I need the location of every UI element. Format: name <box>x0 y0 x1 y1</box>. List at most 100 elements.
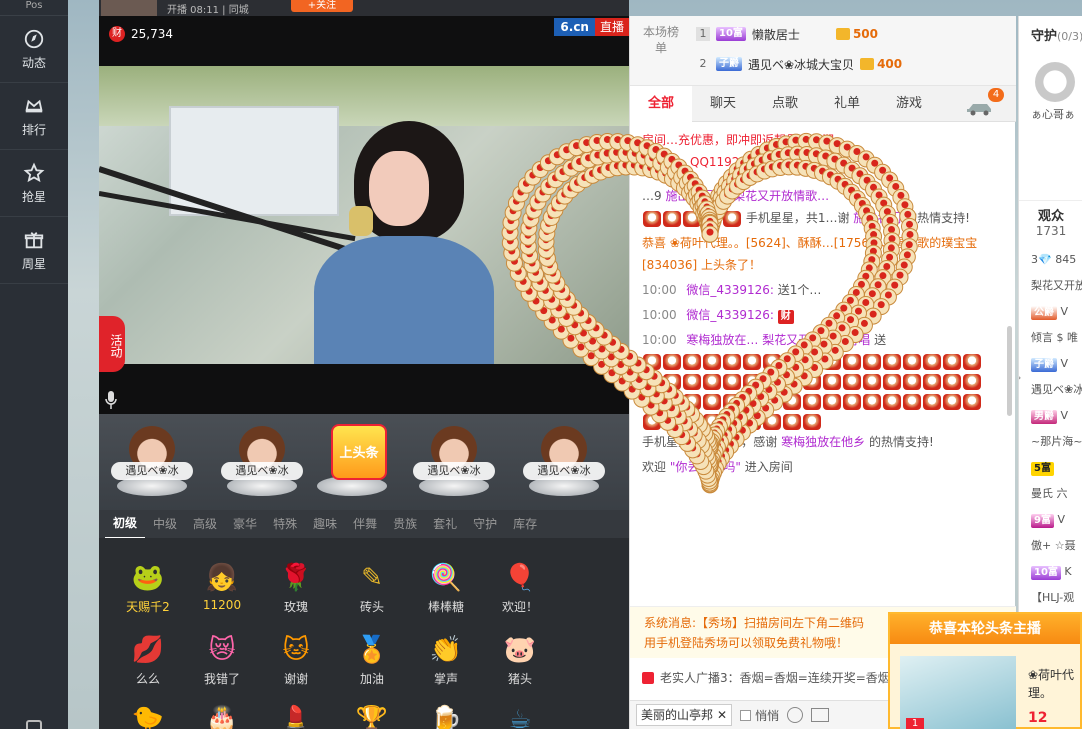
chat-user-link[interactable]: 微信_4339126: <box>686 308 774 322</box>
audience-entry[interactable]: 曼氏 六 <box>1031 486 1068 502</box>
gift-tab[interactable]: 特殊 <box>265 510 305 538</box>
chevron-right-icon[interactable]: › <box>1019 371 1029 387</box>
audience-entry[interactable]: 【HLJ-观 <box>1031 590 1074 606</box>
ranking-row[interactable]: 2 子爵 遇见ベ❀冰城大宝贝 400 <box>696 53 902 75</box>
chat-user-link[interactable]: 微信_4339126: <box>686 283 774 297</box>
star-slot[interactable]: 遇见ベ❀冰 <box>519 424 609 504</box>
audience-entry[interactable]: 公爵 V <box>1031 304 1068 320</box>
tab-gifts[interactable]: 礼单 <box>816 86 878 122</box>
chat-user-link[interactable]: 施出名门 <box>853 211 901 225</box>
chat-user-link[interactable]: 梨花又开放情歌… <box>733 189 829 203</box>
star-slot[interactable]: 遇见ベ❀冰 <box>217 424 307 504</box>
live-video[interactable] <box>99 66 629 364</box>
gift-item[interactable]: 😿 我错了 <box>185 620 259 686</box>
checkbox-box[interactable] <box>740 709 752 721</box>
close-icon[interactable]: ✕ <box>717 705 727 725</box>
headline-button[interactable]: 上头条 <box>331 424 387 480</box>
gift-tab[interactable]: 中级 <box>145 510 185 538</box>
headline-slot[interactable]: 上头条 <box>307 424 397 504</box>
gift-item[interactable]: 🐤 <box>111 692 185 729</box>
anchor-thumbnail[interactable] <box>101 0 157 16</box>
emoji-icon[interactable] <box>787 707 804 723</box>
thanks-cat-icon: 🐱 <box>282 635 310 665</box>
gift-item[interactable]: 👧 11200 <box>185 548 259 614</box>
chat-user-link[interactable]: "你丢失了吗" <box>670 460 741 474</box>
level-badge: 5富 <box>1031 462 1054 476</box>
avatar[interactable] <box>1035 62 1075 102</box>
audience-entry[interactable]: 男爵 V <box>1031 408 1068 424</box>
gift-tab[interactable]: 趣味 <box>305 510 345 538</box>
gift-item[interactable]: 🎈 欢迎！ <box>483 548 557 614</box>
audience-entry[interactable]: 梨花又开放 <box>1031 278 1082 294</box>
chat-text: 的热情支持! <box>868 435 934 449</box>
beer-icon: 🍺 <box>429 705 463 729</box>
mobile-star-gift-icon <box>943 373 961 390</box>
gift-item[interactable]: ☕ <box>483 692 557 729</box>
car-icon[interactable] <box>964 100 994 116</box>
gift-tab[interactable]: 伴舞 <box>345 510 385 538</box>
nav-item-label: 排行 <box>21 122 46 137</box>
gift-item[interactable]: 🏆 <box>335 692 409 729</box>
audience-entry[interactable]: 5富 <box>1031 460 1054 476</box>
headline-notice[interactable]: 恭喜本轮头条主播 1 ❀荷叶代理。 12 <box>888 612 1082 729</box>
gift-item[interactable]: 👏 掌声 <box>409 620 483 686</box>
follow-button[interactable]: +关注 <box>291 0 353 12</box>
screen-icon[interactable] <box>26 720 42 729</box>
gift-item[interactable]: 🎂 <box>185 692 259 729</box>
gift-tab[interactable]: 豪华 <box>225 510 265 538</box>
audience-entry[interactable]: 10富 K <box>1031 564 1072 580</box>
tab-all[interactable]: 全部 <box>630 85 692 122</box>
nav-item-label: 抢星 <box>21 189 46 204</box>
balloon-icon: 🎈 <box>503 563 537 593</box>
chat-user-link[interactable]: 寒梅独放在… <box>686 333 758 347</box>
coin-icon <box>835 28 850 40</box>
gift-icons-row <box>642 351 998 431</box>
audience-entry[interactable]: 9富 V <box>1031 512 1065 528</box>
chat-time: 10:00 <box>642 333 677 347</box>
chat-scrollbar[interactable] <box>1007 326 1012 416</box>
mic-icon[interactable] <box>104 390 118 410</box>
gift-tab[interactable]: 高级 <box>185 510 225 538</box>
gift-tab[interactable]: 库存 <box>505 510 545 538</box>
chat-target-select[interactable]: 美丽的山亭邦 ✕ <box>636 704 733 726</box>
ranking-row[interactable]: 1 10富 懒散居士 500 <box>696 23 878 45</box>
tab-songs[interactable]: 点歌 <box>754 86 816 122</box>
gift-item[interactable]: 🍭 棒棒糖 <box>409 548 483 614</box>
gift-item[interactable]: 🌹 玫瑰 <box>259 548 333 614</box>
chat-user-link[interactable]: 施出名门 <box>665 189 713 203</box>
wealth-icon: 财 <box>109 26 125 42</box>
star-slot[interactable]: 遇见ベ❀冰 <box>409 424 499 504</box>
audience-text: V <box>1060 305 1069 318</box>
gift-item[interactable]: 🐱 谢谢 <box>259 620 333 686</box>
gift-item[interactable]: 💋 么么 <box>111 620 185 686</box>
gift-tab[interactable]: 初级 <box>105 509 146 539</box>
star-slot[interactable]: 遇见ベ❀冰 <box>107 424 197 504</box>
audience-entry[interactable]: 倾言 $ 唯 <box>1031 330 1078 346</box>
gift-item[interactable]: 🐸 天赐千2 <box>111 548 185 614</box>
nav-item-rank[interactable]: 排行 <box>0 83 68 150</box>
gift-item[interactable]: 💄 <box>259 692 333 729</box>
gift-item[interactable]: ✎ 砖头 <box>335 548 409 614</box>
level-badge: 公爵 <box>1031 306 1057 320</box>
audience-entry[interactable]: 傲+ ☆聂 <box>1031 538 1076 554</box>
tab-games[interactable]: 游戏 <box>878 86 940 122</box>
tab-chat[interactable]: 聊天 <box>692 86 754 122</box>
gift-item[interactable]: 🐷 猪头 <box>483 620 557 686</box>
activity-tab[interactable]: 活动 <box>99 316 125 372</box>
chat-user-link[interactable]: 寒梅独放在他乡 <box>781 435 865 449</box>
gift-tab[interactable]: 贵族 <box>385 510 425 538</box>
nav-item-weekly-star[interactable]: 周星 <box>0 217 68 284</box>
chat-user-link[interactable]: 梨花又开放情歌对唱 <box>762 333 870 347</box>
image-icon[interactable] <box>811 708 830 722</box>
nav-item-grab-star[interactable]: 抢星 <box>0 150 68 217</box>
gift-item[interactable]: 🏅 加油 <box>335 620 409 686</box>
audience-entry[interactable]: 3💎 845 <box>1031 252 1076 268</box>
nav-item-dynamic[interactable]: 动态 <box>0 16 68 83</box>
audience-entry[interactable]: 子爵 V <box>1031 356 1068 372</box>
audience-entry[interactable]: ~那片海~ <box>1031 434 1082 450</box>
gift-item[interactable]: 🍺 <box>409 692 483 729</box>
gift-tab[interactable]: 守护 <box>465 510 505 538</box>
audience-entry[interactable]: 遇见ベ❀冰 <box>1031 382 1082 398</box>
gift-tab[interactable]: 套礼 <box>425 510 465 538</box>
whisper-checkbox[interactable]: 悄悄 <box>740 707 779 724</box>
